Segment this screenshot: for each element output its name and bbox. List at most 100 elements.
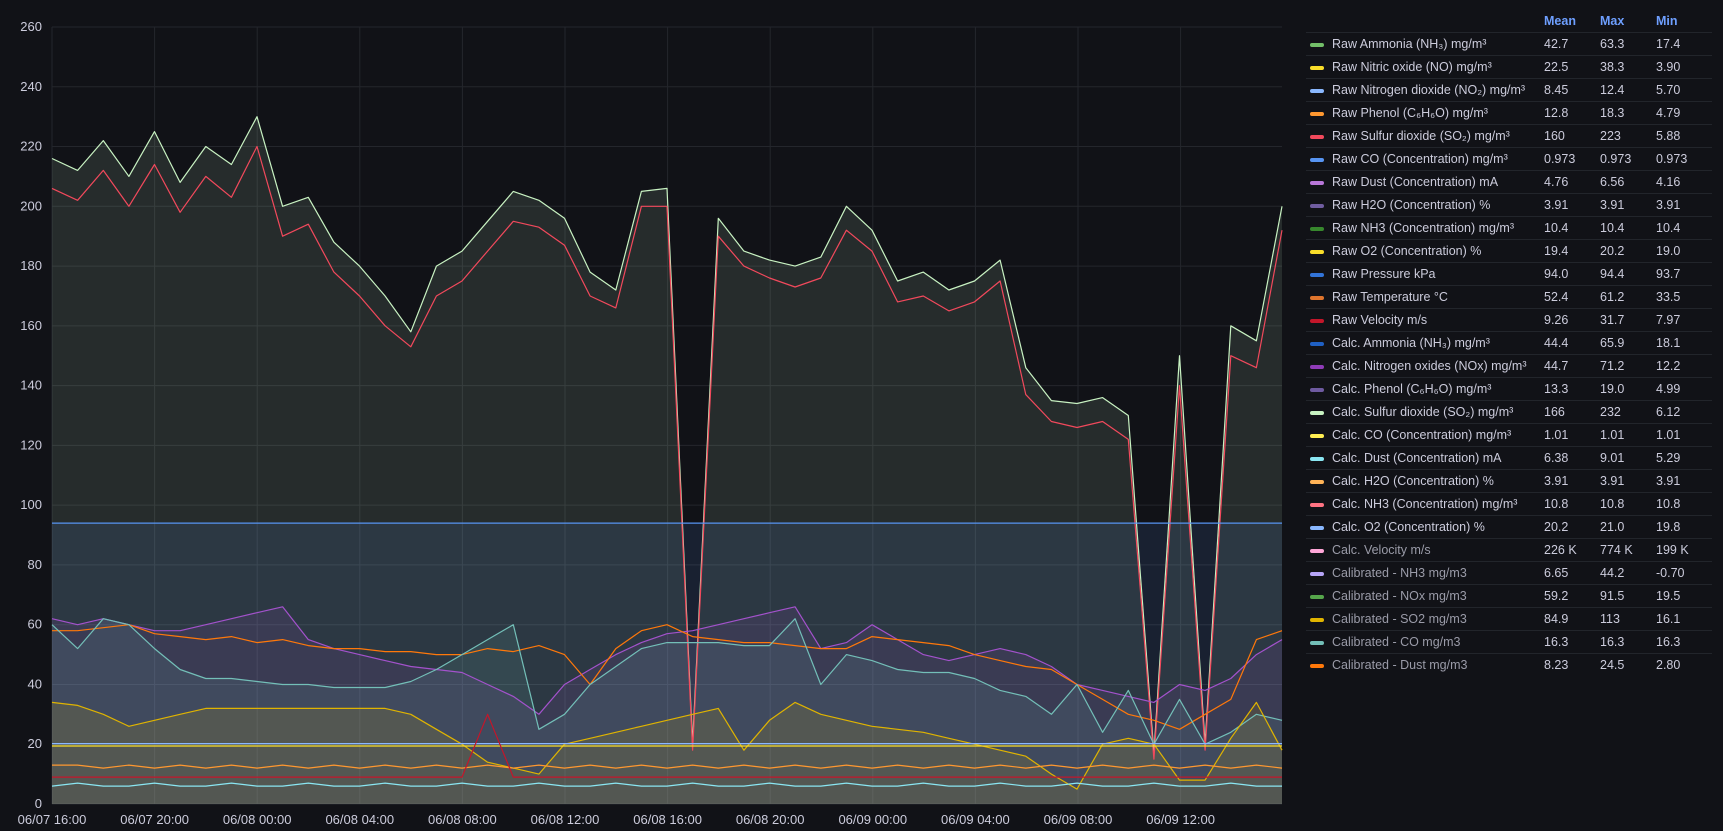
x-tick-label: 06/08 00:00 bbox=[223, 812, 292, 827]
time-series-chart[interactable]: 0 20 40 60 80 100 120 140 160 180 200 220 240 260 06/… bbox=[0, 0, 1300, 831]
legend-row[interactable]: Raw O2 (Concentration) % 19.4 20.2 19.0 bbox=[1306, 239, 1712, 263]
legend-color-swatch bbox=[1310, 226, 1324, 231]
legend-row[interactable]: Raw Sulfur dioxide (SO₂) mg/m³ 160 223 5.88 bbox=[1306, 124, 1712, 148]
legend-max-value: 44.2 bbox=[1600, 561, 1656, 585]
legend-min-value: 1.01 bbox=[1656, 423, 1712, 447]
legend-row[interactable]: Calc. H2O (Concentration) % 3.91 3.91 3.91 bbox=[1306, 469, 1712, 493]
legend-series-name[interactable]: Calc. H2O (Concentration) % bbox=[1306, 469, 1544, 493]
legend-series-name[interactable]: Calc. Phenol (C₆H₆O) mg/m³ bbox=[1306, 377, 1544, 401]
legend-max-value: 3.91 bbox=[1600, 193, 1656, 217]
legend-series-name[interactable]: Raw Ammonia (NH₃) mg/m³ bbox=[1306, 32, 1544, 56]
legend-min-value: 199 K bbox=[1656, 538, 1712, 562]
legend-series-name[interactable]: Calc. NH3 (Concentration) mg/m³ bbox=[1306, 492, 1544, 516]
legend-row[interactable]: Raw CO (Concentration) mg/m³ 0.973 0.973 0.… bbox=[1306, 147, 1712, 171]
legend-row[interactable]: Calibrated - SO2 mg/m3 84.9 113 16.1 bbox=[1306, 607, 1712, 631]
legend-color-swatch bbox=[1310, 157, 1324, 162]
legend-max-value: 20.2 bbox=[1600, 239, 1656, 263]
legend-max-value: 232 bbox=[1600, 400, 1656, 424]
legend-row[interactable]: Calc. O2 (Concentration) % 20.2 21.0 19.8 bbox=[1306, 515, 1712, 539]
legend-row[interactable]: Raw Nitrogen dioxide (NO₂) mg/m³ 8.45 12.4… bbox=[1306, 78, 1712, 102]
legend-mean-value: 160 bbox=[1544, 124, 1600, 148]
legend-series-label: Raw Temperature °C bbox=[1332, 290, 1448, 304]
legend-color-swatch bbox=[1310, 111, 1324, 116]
legend-row[interactable]: Raw Temperature °C 52.4 61.2 33.5 bbox=[1306, 285, 1712, 309]
legend-series-name[interactable]: Calibrated - CO mg/m3 bbox=[1306, 630, 1544, 654]
legend-max-value: 21.0 bbox=[1600, 515, 1656, 539]
legend-series-name[interactable]: Calc. Nitrogen oxides (NOx) mg/m³ bbox=[1306, 354, 1544, 378]
legend-series-name[interactable]: Raw Dust (Concentration) mA bbox=[1306, 170, 1544, 194]
legend-series-name[interactable]: Calc. CO (Concentration) mg/m³ bbox=[1306, 423, 1544, 447]
legend-max-value: 10.8 bbox=[1600, 492, 1656, 516]
legend-row[interactable]: Calc. Nitrogen oxides (NOx) mg/m³ 44.7 71.… bbox=[1306, 354, 1712, 378]
legend-row[interactable]: Raw NH3 (Concentration) mg/m³ 10.4 10.4 10.… bbox=[1306, 216, 1712, 240]
legend-series-name[interactable]: Calibrated - NOx mg/m3 bbox=[1306, 584, 1544, 608]
legend-series-name[interactable]: Raw Phenol (C₆H₆O) mg/m³ bbox=[1306, 101, 1544, 125]
legend-mean-value: 94.0 bbox=[1544, 262, 1600, 286]
legend-min-value: 2.80 bbox=[1656, 653, 1712, 676]
legend-series-label: Raw O2 (Concentration) % bbox=[1332, 244, 1482, 258]
legend-mean-value: 10.4 bbox=[1544, 216, 1600, 240]
legend-row[interactable]: Calibrated - CO mg/m3 16.3 16.3 16.3 bbox=[1306, 630, 1712, 654]
y-tick-label: 0 bbox=[35, 796, 42, 811]
x-tick-label: 06/09 08:00 bbox=[1044, 812, 1113, 827]
legend-color-swatch bbox=[1310, 65, 1324, 70]
legend-series-name[interactable]: Calibrated - NH3 mg/m3 bbox=[1306, 561, 1544, 585]
legend-row[interactable]: Calc. CO (Concentration) mg/m³ 1.01 1.01 1.… bbox=[1306, 423, 1712, 447]
legend-table: Mean Max Min Raw Ammonia (NH₃) mg/m³ 42.7… bbox=[1306, 10, 1712, 676]
legend-max-value: 10.4 bbox=[1600, 216, 1656, 240]
legend-series-name[interactable]: Calc. Sulfur dioxide (SO₂) mg/m³ bbox=[1306, 400, 1544, 424]
legend-series-name[interactable]: Raw H2O (Concentration) % bbox=[1306, 193, 1544, 217]
legend-series-label: Calc. H2O (Concentration) % bbox=[1332, 474, 1494, 488]
legend-series-name[interactable]: Calibrated - SO2 mg/m3 bbox=[1306, 607, 1544, 631]
legend-series-name[interactable]: Raw Pressure kPa bbox=[1306, 262, 1544, 286]
legend-mean-header[interactable]: Mean bbox=[1544, 10, 1600, 33]
legend-mean-value: 6.65 bbox=[1544, 561, 1600, 585]
legend-color-swatch bbox=[1310, 341, 1324, 346]
legend-series-label: Calc. Nitrogen oxides (NOx) mg/m³ bbox=[1332, 359, 1527, 373]
legend-series-name[interactable]: Raw Nitric oxide (NO) mg/m³ bbox=[1306, 55, 1544, 79]
legend-row[interactable]: Calibrated - NOx mg/m3 59.2 91.5 19.5 bbox=[1306, 584, 1712, 608]
legend-row[interactable]: Raw Ammonia (NH₃) mg/m³ 42.7 63.3 17.4 bbox=[1306, 32, 1712, 56]
legend-row[interactable]: Calc. NH3 (Concentration) mg/m³ 10.8 10.8 1… bbox=[1306, 492, 1712, 516]
legend-min-value: 3.91 bbox=[1656, 469, 1712, 493]
legend-color-swatch bbox=[1310, 272, 1324, 277]
legend-mean-value: 44.4 bbox=[1544, 331, 1600, 355]
legend-series-name[interactable]: Calc. Ammonia (NH₃) mg/m³ bbox=[1306, 331, 1544, 355]
legend-series-name[interactable]: Calc. O2 (Concentration) % bbox=[1306, 515, 1544, 539]
legend-series-name[interactable]: Raw O2 (Concentration) % bbox=[1306, 239, 1544, 263]
legend-row[interactable]: Calibrated - NH3 mg/m3 6.65 44.2 -0.70 bbox=[1306, 561, 1712, 585]
legend-row[interactable]: Calibrated - Dust mg/m3 8.23 24.5 2.80 bbox=[1306, 653, 1712, 676]
legend-row[interactable]: Raw Dust (Concentration) mA 4.76 6.56 4.16 bbox=[1306, 170, 1712, 194]
legend-series-name[interactable]: Raw NH3 (Concentration) mg/m³ bbox=[1306, 216, 1544, 240]
legend-row[interactable]: Calc. Velocity m/s 226 K 774 K 199 K bbox=[1306, 538, 1712, 562]
legend-series-name[interactable]: Raw Temperature °C bbox=[1306, 285, 1544, 309]
legend-row[interactable]: Calc. Phenol (C₆H₆O) mg/m³ 13.3 19.0 4.99 bbox=[1306, 377, 1712, 401]
legend-row[interactable]: Calc. Dust (Concentration) mA 6.38 9.01 5.2… bbox=[1306, 446, 1712, 470]
legend-series-name[interactable]: Calibrated - Dust mg/m3 bbox=[1306, 653, 1544, 676]
legend-row[interactable]: Raw Phenol (C₆H₆O) mg/m³ 12.8 18.3 4.79 bbox=[1306, 101, 1712, 125]
legend-series-name[interactable]: Calc. Dust (Concentration) mA bbox=[1306, 446, 1544, 470]
y-tick-label: 80 bbox=[28, 557, 42, 572]
legend-series-name[interactable]: Raw Nitrogen dioxide (NO₂) mg/m³ bbox=[1306, 78, 1544, 102]
legend-name-header bbox=[1306, 10, 1544, 33]
x-tick-label: 06/08 20:00 bbox=[736, 812, 805, 827]
legend-series-name[interactable]: Calc. Velocity m/s bbox=[1306, 538, 1544, 562]
legend-series-name[interactable]: Raw Sulfur dioxide (SO₂) mg/m³ bbox=[1306, 124, 1544, 148]
legend-row[interactable]: Calc. Ammonia (NH₃) mg/m³ 44.4 65.9 18.1 bbox=[1306, 331, 1712, 355]
legend-min-header[interactable]: Min bbox=[1656, 10, 1712, 33]
legend-series-label: Calc. Velocity m/s bbox=[1332, 543, 1431, 557]
legend-max-header[interactable]: Max bbox=[1600, 10, 1656, 33]
legend-mean-value: 3.91 bbox=[1544, 469, 1600, 493]
legend-min-value: 7.97 bbox=[1656, 308, 1712, 332]
legend-min-value: 0.973 bbox=[1656, 147, 1712, 171]
legend-series-label: Calibrated - Dust mg/m3 bbox=[1332, 658, 1468, 672]
legend-color-swatch bbox=[1310, 318, 1324, 323]
legend-min-value: 3.91 bbox=[1656, 193, 1712, 217]
legend-row[interactable]: Calc. Sulfur dioxide (SO₂) mg/m³ 166 232 6.… bbox=[1306, 400, 1712, 424]
legend-row[interactable]: Raw H2O (Concentration) % 3.91 3.91 3.91 bbox=[1306, 193, 1712, 217]
legend-series-name[interactable]: Raw CO (Concentration) mg/m³ bbox=[1306, 147, 1544, 171]
legend-row[interactable]: Raw Velocity m/s 9.26 31.7 7.97 bbox=[1306, 308, 1712, 332]
legend-series-name[interactable]: Raw Velocity m/s bbox=[1306, 308, 1544, 332]
legend-row[interactable]: Raw Pressure kPa 94.0 94.4 93.7 bbox=[1306, 262, 1712, 286]
legend-row[interactable]: Raw Nitric oxide (NO) mg/m³ 22.5 38.3 3.90 bbox=[1306, 55, 1712, 79]
